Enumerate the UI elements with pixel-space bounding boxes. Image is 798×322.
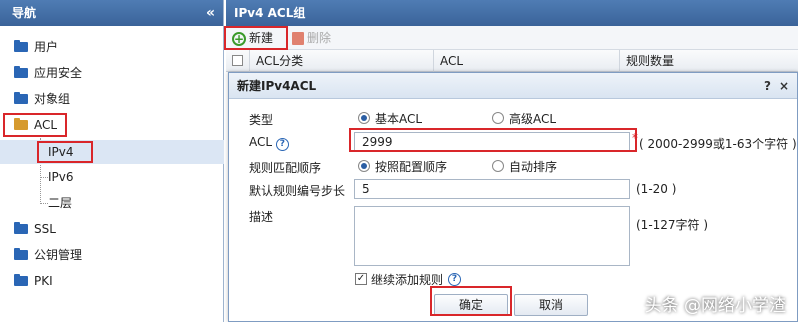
toolbar: + 新建 删除: [226, 26, 798, 50]
step-hint: (1-20 ): [636, 182, 677, 196]
description-textarea[interactable]: [354, 206, 630, 266]
sidebar-item-acl[interactable]: ACL: [0, 113, 224, 137]
sidebar-item-object-group[interactable]: 对象组: [0, 87, 224, 111]
dialog-title: 新建IPv4ACL: [237, 79, 317, 93]
grid-header: ACL分类 ACL 规则数量: [226, 50, 798, 72]
type-basic-label[interactable]: 基本ACL: [375, 110, 422, 127]
watermark: 头条 @网络小学渣: [644, 296, 786, 316]
page-title: IPv4 ACL组: [234, 6, 306, 20]
order-config-radio[interactable]: [358, 160, 370, 172]
order-auto-radio[interactable]: [492, 160, 504, 172]
sidebar-item-users[interactable]: 用户: [0, 35, 224, 59]
delete-button[interactable]: 删除: [292, 29, 331, 47]
delete-button-label: 删除: [307, 31, 332, 45]
folder-icon: [14, 274, 28, 286]
acl-label-text: ACL: [249, 135, 273, 149]
step-input[interactable]: 5: [354, 179, 630, 199]
continue-add-checkbox[interactable]: ✓: [355, 273, 367, 285]
acl-hint: ( 2000-2999或1-63个字符 ): [639, 137, 797, 151]
help-icon[interactable]: ?: [448, 273, 461, 286]
folder-icon: [14, 92, 28, 104]
type-advanced-label[interactable]: 高级ACL: [509, 110, 556, 127]
sidebar-item-key-management[interactable]: 公钥管理: [0, 243, 224, 267]
sidebar-item-label: 公钥管理: [34, 248, 83, 262]
order-config-label[interactable]: 按照配置顺序: [375, 158, 447, 175]
type-label: 类型: [249, 113, 274, 127]
continue-add-label[interactable]: 继续添加规则: [371, 271, 443, 288]
sidebar-item-label: 应用安全: [34, 66, 83, 80]
folder-icon: [14, 248, 28, 260]
panel-header: IPv4 ACL组: [226, 0, 798, 26]
sidebar-item-app-security[interactable]: 应用安全: [0, 61, 224, 85]
description-label: 描述: [249, 210, 274, 224]
sidebar-item-pki[interactable]: PKI: [0, 269, 224, 293]
cancel-button[interactable]: 取消: [514, 294, 588, 316]
new-acl-dialog: 新建IPv4ACL ? × 类型 基本ACL 高级ACL ACL ? 2999 …: [228, 72, 798, 322]
sidebar-item-ipv6[interactable]: IPv6: [0, 165, 224, 189]
sidebar-item-ssl[interactable]: SSL: [0, 217, 224, 241]
trash-icon: [292, 32, 304, 45]
sidebar-item-label: IPv6: [48, 170, 74, 184]
order-auto-label[interactable]: 自动排序: [509, 158, 557, 175]
order-label: 规则匹配顺序: [249, 161, 322, 175]
sidebar-item-label: ACL: [34, 118, 58, 132]
sidebar-item-label: IPv4: [48, 145, 74, 159]
folder-open-icon: [14, 118, 28, 130]
sidebar-item-label: SSL: [34, 222, 56, 236]
column-header[interactable]: ACL: [434, 50, 620, 72]
sidebar-item-label: 用户: [34, 40, 59, 54]
sidebar-title: 导航: [12, 6, 37, 20]
required-mark: *: [632, 131, 638, 145]
acl-number-input[interactable]: 2999: [354, 132, 630, 152]
folder-icon: [14, 222, 28, 234]
collapse-icon[interactable]: «: [206, 0, 215, 26]
description-hint: (1-127字符 ): [636, 218, 709, 232]
acl-label: ACL ?: [249, 135, 289, 151]
select-all-cell: [226, 50, 250, 72]
sidebar-item-label: 二层: [48, 196, 73, 210]
new-button-label: 新建: [249, 31, 274, 45]
ok-button[interactable]: 确定: [434, 294, 508, 316]
select-all-checkbox[interactable]: [232, 55, 243, 66]
dialog-header: 新建IPv4ACL ? ×: [229, 73, 797, 99]
close-icon[interactable]: ×: [779, 73, 789, 99]
type-advanced-radio[interactable]: [492, 112, 504, 124]
column-header[interactable]: ACL分类: [250, 50, 434, 72]
sidebar-item-ipv4[interactable]: IPv4: [0, 140, 224, 164]
sidebar-item-label: PKI: [34, 274, 53, 288]
column-header[interactable]: 规则数量: [620, 50, 798, 72]
navigation-sidebar: 导航 « 用户 应用安全 对象组 ACL IPv4 IPv6 二层 SSL 公钥…: [0, 0, 224, 322]
help-icon[interactable]: ?: [764, 73, 771, 99]
step-label: 默认规则编号步长: [249, 184, 346, 198]
new-button[interactable]: + 新建: [232, 29, 273, 47]
folder-icon: [14, 66, 28, 78]
sidebar-item-layer2[interactable]: 二层: [0, 191, 224, 215]
type-basic-radio[interactable]: [358, 112, 370, 124]
sidebar-header: 导航 «: [0, 0, 223, 26]
sidebar-item-label: 对象组: [34, 92, 71, 106]
help-icon[interactable]: ?: [275, 138, 289, 151]
add-icon: +: [232, 31, 246, 46]
folder-icon: [14, 40, 28, 52]
